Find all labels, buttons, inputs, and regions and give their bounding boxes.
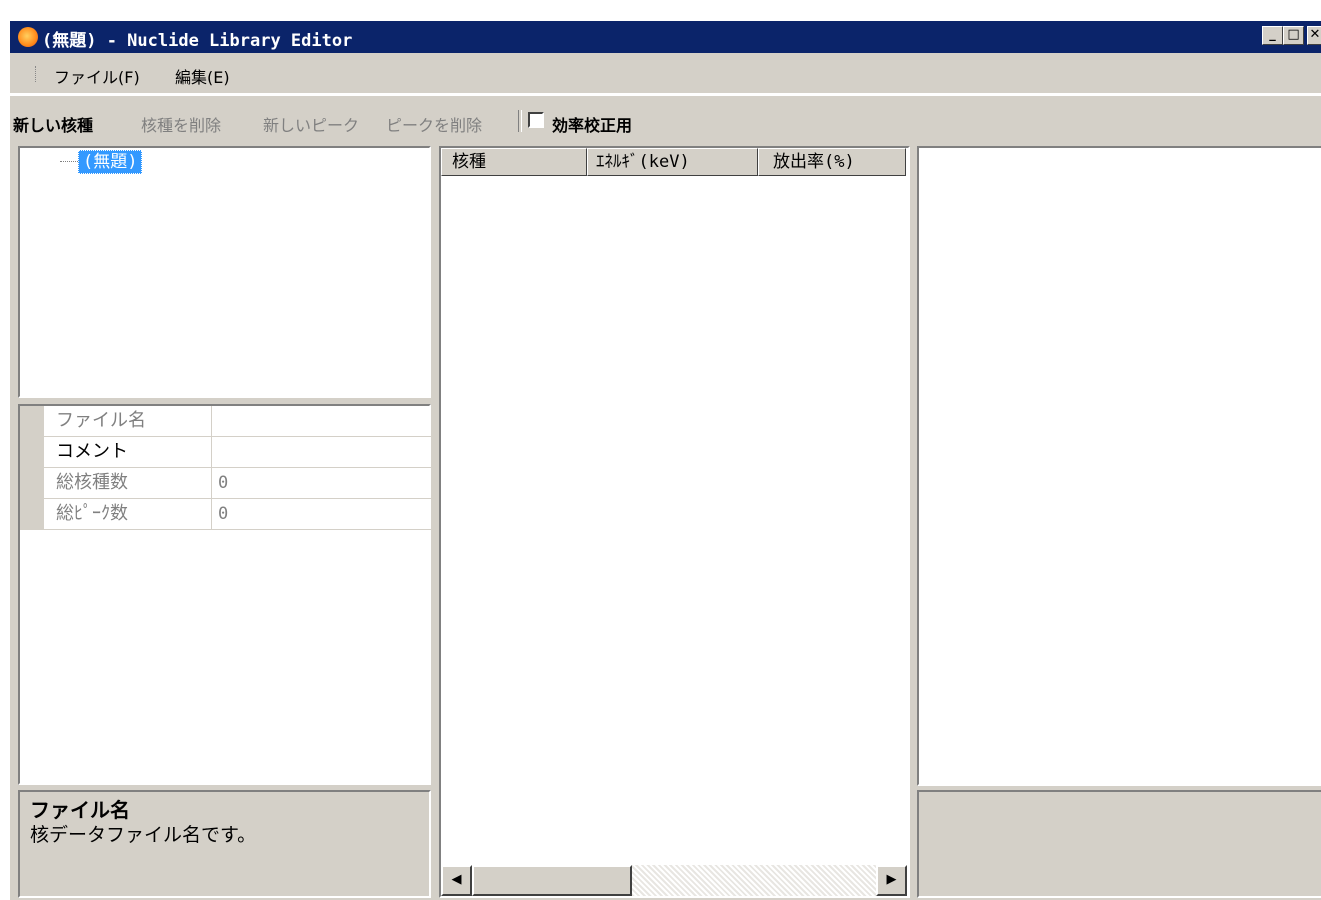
property-row-peak-count[interactable]: 総ﾋﾟｰｸ数 0 xyxy=(20,499,432,530)
menu-file[interactable]: ファイル(F) xyxy=(54,64,140,88)
toolbar: 新しい核種 核種を削除 新しいピーク ピークを削除 効率校正用 xyxy=(10,95,1321,145)
property-name: 総核種数 xyxy=(44,468,212,499)
menu-grip-icon xyxy=(35,66,38,82)
property-row-filename[interactable]: ファイル名 xyxy=(20,406,432,437)
horizontal-scrollbar[interactable]: ◀ ▶ xyxy=(441,865,907,896)
property-row-nuclide-count[interactable]: 総核種数 0 xyxy=(20,468,432,499)
window-title: (無題) - Nuclide Library Editor xyxy=(42,31,353,51)
property-name: ファイル名 xyxy=(44,406,212,437)
column-header-energy[interactable]: ｴﾈﾙｷﾞ(keV) xyxy=(587,148,758,176)
delete-peak-button[interactable]: ピークを削除 xyxy=(386,112,482,136)
nuclide-tree-view[interactable]: (無題) xyxy=(18,146,431,398)
column-header-emission-rate[interactable]: 放出率(%) xyxy=(758,148,906,176)
scroll-track[interactable] xyxy=(632,865,876,896)
scroll-right-arrow-icon[interactable]: ▶ xyxy=(876,865,907,896)
property-value: 0 xyxy=(212,499,432,530)
close-button[interactable]: ✕ xyxy=(1307,26,1321,45)
scroll-left-arrow-icon[interactable]: ◀ xyxy=(441,865,472,896)
maximize-button[interactable]: □ xyxy=(1283,26,1304,45)
property-name: コメント xyxy=(44,437,212,468)
property-name: 総ﾋﾟｰｸ数 xyxy=(44,499,212,530)
efficiency-calibration-checkbox[interactable] xyxy=(528,112,544,128)
tree-connector xyxy=(60,161,78,162)
property-grid[interactable]: ファイル名 コメント 総核種数 0 総ﾋﾟｰｸ数 0 xyxy=(18,404,432,785)
title-bar: (無題) - Nuclide Library Editor _ □ ✕ xyxy=(10,21,1321,53)
menu-bar: ファイル(F) 編集(E) xyxy=(10,53,1321,93)
new-nuclide-button[interactable]: 新しい核種 xyxy=(13,112,93,136)
app-icon[interactable] xyxy=(18,27,38,47)
minimize-button[interactable]: _ xyxy=(1262,26,1283,45)
efficiency-calibration-label[interactable]: 効率校正用 xyxy=(552,112,632,136)
property-value: 0 xyxy=(212,468,432,499)
column-header-nuclide[interactable]: 核種 xyxy=(441,148,587,176)
description-title: ファイル名 xyxy=(30,798,130,822)
description-text: 核データファイル名です。 xyxy=(30,824,257,846)
toolbar-separator xyxy=(518,110,522,132)
peak-list-view[interactable]: 核種 ｴﾈﾙｷﾞ(keV) 放出率(%) xyxy=(439,146,910,898)
new-peak-button[interactable]: 新しいピーク xyxy=(263,112,359,136)
spectrum-preview-panel[interactable] xyxy=(917,146,1321,786)
property-value[interactable] xyxy=(212,406,432,437)
delete-nuclide-button[interactable]: 核種を削除 xyxy=(141,112,221,136)
tree-root-node[interactable]: (無題) xyxy=(78,150,143,174)
scroll-thumb[interactable] xyxy=(472,865,632,896)
property-value[interactable] xyxy=(212,437,432,468)
right-info-panel xyxy=(917,790,1321,898)
menu-edit[interactable]: 編集(E) xyxy=(175,64,230,88)
property-row-comment[interactable]: コメント xyxy=(20,437,432,468)
